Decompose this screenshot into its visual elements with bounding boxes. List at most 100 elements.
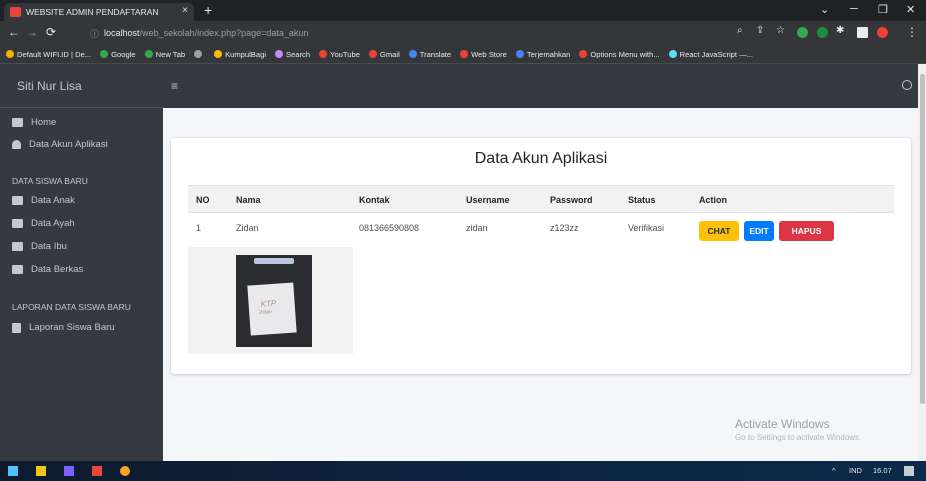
url-host: localhost (104, 28, 140, 38)
bookmark-label: Search (286, 49, 311, 59)
bookmark-item[interactable] (194, 50, 205, 58)
column-header: NO (196, 195, 210, 205)
column-header: Kontak (359, 195, 390, 205)
sidebar-item-label: Data Ayah (31, 218, 75, 229)
menu-toggle-icon[interactable]: ≡ (171, 79, 178, 93)
edit-button[interactable]: EDIT (744, 221, 774, 241)
bookmark-label: YouTube (330, 49, 360, 59)
url-path: /web_sekolah/index.php?page=data_akun (139, 28, 309, 38)
grid-icon (12, 118, 23, 127)
activate-windows-subtitle: Go to Settings to activate Windows. (735, 433, 862, 442)
app-icon[interactable] (64, 466, 74, 476)
column-header: Action (699, 195, 727, 205)
windows-start-icon[interactable] (8, 466, 18, 476)
id-card-icon (12, 242, 23, 251)
bookmark-item[interactable]: Gmail (368, 50, 400, 59)
column-header: Username (466, 195, 510, 205)
address-toolbar: ← → ⟳ ⓘ localhost /web_sekolah/index.php… (0, 21, 926, 45)
windows-taskbar: ^ IND 16.07 (0, 461, 926, 481)
share-icon[interactable]: ⇪ (756, 25, 764, 36)
sidebar-item-label: Data Akun Aplikasi (29, 139, 108, 150)
page-title: Data Akun Aplikasi (474, 150, 608, 167)
minimize-button[interactable]: ─ (850, 3, 858, 15)
data-card: Data Akun Aplikasi NO Nama Kontak Userna… (171, 138, 911, 374)
sidebar-item-data-ibu[interactable]: Data Ibu (12, 241, 67, 252)
bookmark-item[interactable]: Options Menu with... (579, 49, 660, 59)
extension-icon[interactable] (797, 27, 808, 38)
tab-search-icon[interactable]: ⌄ (820, 3, 829, 16)
bookmarks-bar: Default WIFI.ID | De... Google New Tab Kump… (0, 45, 926, 64)
clock[interactable]: 16.07 (873, 466, 892, 475)
sidebar-item-data-berkas[interactable]: Data Berkas (12, 264, 83, 275)
tray-arrow-icon[interactable]: ^ (832, 466, 836, 475)
content-area: Data Akun Aplikasi NO Nama Kontak Userna… (163, 108, 918, 461)
sidebar-brand[interactable]: Siti Nur Lisa (0, 64, 163, 108)
tab-close-button[interactable]: × (182, 5, 188, 16)
site-info-icon[interactable]: ⓘ (90, 27, 99, 40)
bookmark-icon (194, 50, 203, 58)
photo-label: KTP (260, 298, 277, 309)
cell-username: zidan (466, 223, 488, 233)
scrollbar-thumb[interactable] (920, 74, 925, 404)
bookmark-icon (6, 50, 14, 58)
bookmark-item[interactable]: Web Store (460, 50, 507, 59)
bookmark-item[interactable]: Default WIFI.ID | De... (6, 50, 91, 59)
profile-avatar-icon[interactable] (877, 27, 888, 38)
section-header-data-siswa: DATA SISWA BARU (12, 176, 88, 186)
sidebar-item-data-ayah[interactable]: Data Ayah (12, 218, 75, 229)
photo-light (254, 258, 294, 264)
column-header: Password (550, 195, 593, 205)
bookmark-icon (408, 50, 417, 58)
file-explorer-icon[interactable] (36, 466, 46, 476)
bookmark-item[interactable]: Terjemahkan (515, 49, 571, 59)
close-window-button[interactable]: ✕ (906, 3, 915, 16)
side-panel-icon[interactable] (857, 27, 868, 38)
sidebar-item-laporan[interactable]: Laporan Siswa Baru (12, 322, 115, 333)
bookmark-item[interactable]: Search (275, 50, 310, 59)
sidebar-item-label: Data Anak (31, 195, 75, 206)
chrome-icon[interactable] (120, 466, 130, 476)
app-icon[interactable] (92, 466, 102, 476)
notification-icon[interactable] (904, 466, 914, 476)
bookmark-icon (515, 50, 524, 58)
extensions-puzzle-icon[interactable]: ✱ (836, 25, 844, 36)
sidebar-item-home[interactable]: Home (12, 117, 56, 128)
extension-icon[interactable] (817, 27, 828, 38)
ktp-photo[interactable]: KTP Zidan (236, 255, 312, 347)
sidebar-item-label: Data Berkas (31, 264, 84, 275)
bookmark-star-icon[interactable]: ☆ (776, 25, 785, 36)
url-field[interactable]: ⓘ localhost /web_sekolah/index.php?page=… (90, 24, 710, 42)
bookmark-label: Options Menu with... (590, 49, 660, 59)
bookmark-item[interactable]: Google (100, 50, 136, 59)
browser-tab[interactable]: WEBSITE ADMIN PENDAFTARAN × (4, 3, 194, 21)
bookmark-label: Terjemahkan (526, 49, 571, 59)
new-tab-button[interactable]: + (204, 2, 212, 18)
bookmark-item[interactable]: Translate (408, 50, 451, 59)
cell-password: z123zz (550, 223, 579, 233)
sidebar-item-data-anak[interactable]: Data Anak (12, 195, 75, 206)
forward-icon[interactable]: → (26, 25, 38, 39)
fullscreen-icon[interactable] (902, 80, 912, 90)
id-card-icon (12, 196, 23, 205)
page-scrollbar[interactable] (918, 64, 926, 461)
reload-icon[interactable]: ⟳ (46, 25, 56, 39)
sidebar-item-label: Home (31, 117, 57, 128)
bookmark-icon (460, 50, 469, 58)
cell-no: 1 (196, 223, 202, 233)
language-indicator[interactable]: IND (849, 466, 862, 475)
sidebar-item-data-akun[interactable]: Data Akun Aplikasi (12, 139, 108, 150)
bookmark-item[interactable]: KumpulBagi (214, 50, 266, 59)
more-menu-icon[interactable]: ⋮ (906, 25, 918, 39)
table-header: NO Nama Kontak Username Password Status … (188, 185, 894, 213)
delete-button[interactable]: HAPUS (779, 221, 834, 241)
bookmark-icon (144, 50, 153, 58)
restore-button[interactable]: ❐ (878, 3, 888, 16)
sidebar-item-label: Data Ibu (31, 241, 67, 252)
bookmark-item[interactable]: New Tab (144, 50, 185, 59)
bookmark-item[interactable]: React JavaScript —... (668, 50, 753, 59)
chat-button[interactable]: CHAT (699, 221, 739, 241)
zoom-icon[interactable]: ⌕ (737, 25, 743, 36)
back-icon[interactable]: ← (8, 25, 20, 39)
bookmark-item[interactable]: YouTube (319, 50, 360, 59)
bookmark-label: Google (111, 49, 136, 59)
